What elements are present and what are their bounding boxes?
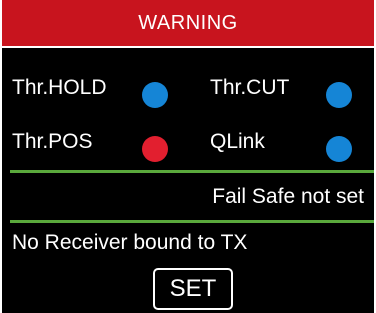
divider-bottom <box>10 220 374 223</box>
warning-title: WARNING <box>2 0 374 48</box>
thr-cut-label: Thr.CUT <box>210 76 290 99</box>
thr-hold-status-indicator <box>142 82 168 108</box>
divider-top <box>10 170 374 173</box>
qlink-label: QLink <box>210 130 265 153</box>
thr-cut-status-indicator <box>326 82 352 108</box>
thr-pos-status-indicator <box>142 136 168 162</box>
failsafe-message: Fail Safe not set <box>212 185 364 208</box>
set-button[interactable]: SET <box>153 268 233 310</box>
warning-screen: WARNING Thr.HOLD Thr.CUT Thr.POS QLink F… <box>0 0 376 313</box>
thr-pos-label: Thr.POS <box>12 130 93 153</box>
receiver-message: No Receiver bound to TX <box>12 231 248 254</box>
qlink-status-indicator <box>326 136 352 162</box>
thr-hold-label: Thr.HOLD <box>12 76 107 99</box>
